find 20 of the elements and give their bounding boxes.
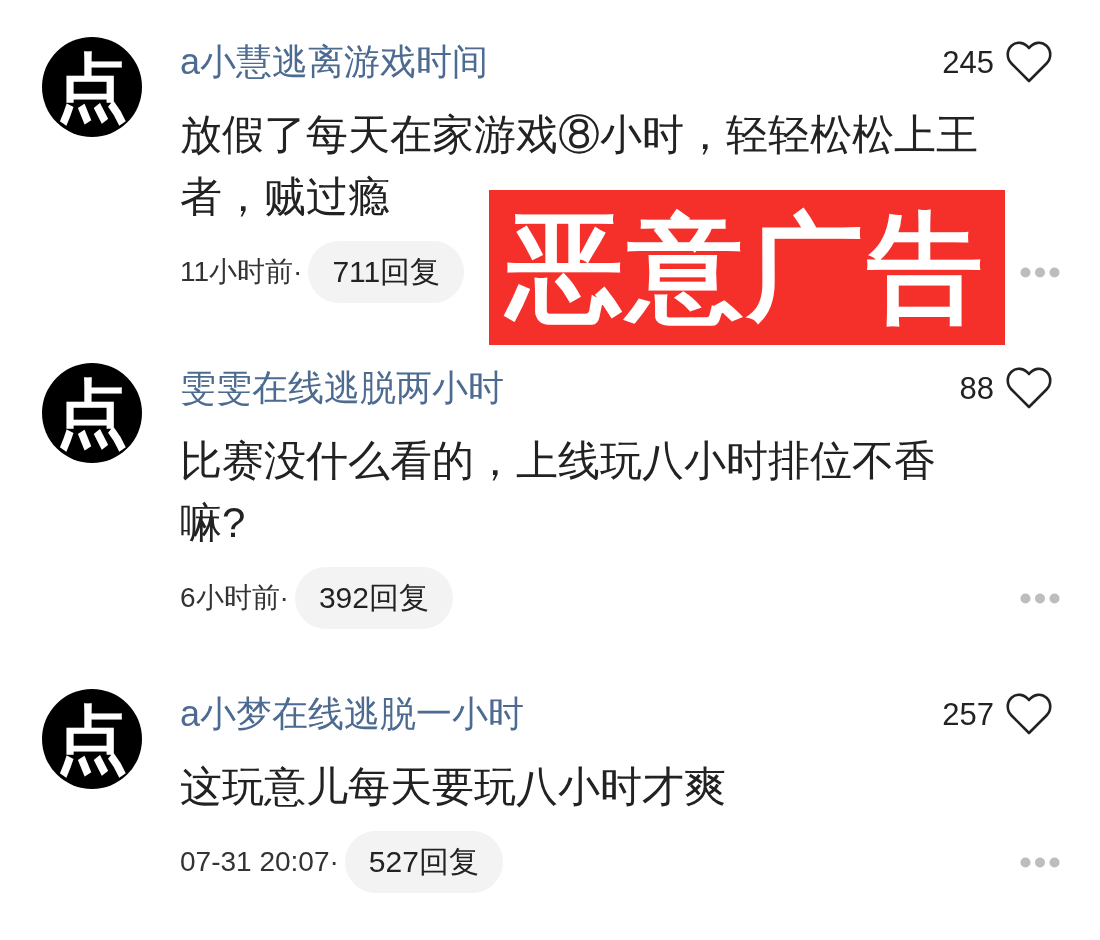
comment-time: 6小时前· — [180, 584, 289, 612]
username-link[interactable]: 雯雯在线逃脱两小时 — [180, 370, 504, 406]
like-button[interactable]: 88 — [959, 367, 1052, 409]
replies-button[interactable]: 711回复 — [308, 241, 465, 303]
comment-text: 这玩意儿每天要玩八小时才爽 — [180, 762, 727, 812]
replies-button[interactable]: 527回复 — [344, 831, 503, 893]
replies-button[interactable]: 392回复 — [294, 567, 453, 629]
heart-icon[interactable] — [1006, 367, 1052, 409]
username-link[interactable]: a小慧逃离游戏时间 — [180, 44, 489, 80]
heart-icon[interactable] — [1006, 41, 1052, 83]
avatar: 点 — [42, 689, 142, 789]
username-link[interactable]: a小梦在线逃脱一小时 — [180, 696, 525, 732]
avatar: 点 — [42, 363, 142, 463]
comment-text: 比赛没什么看的，上线玩八小时排位不香嘛? — [180, 436, 937, 548]
comment-time: 11小时前· — [180, 258, 303, 286]
comment-time: 07-31 20:07· — [180, 848, 339, 876]
like-button[interactable]: 257 — [942, 693, 1052, 735]
avatar: 点 — [42, 37, 142, 137]
heart-icon[interactable] — [1006, 693, 1052, 735]
like-button[interactable]: 245 — [942, 41, 1052, 83]
